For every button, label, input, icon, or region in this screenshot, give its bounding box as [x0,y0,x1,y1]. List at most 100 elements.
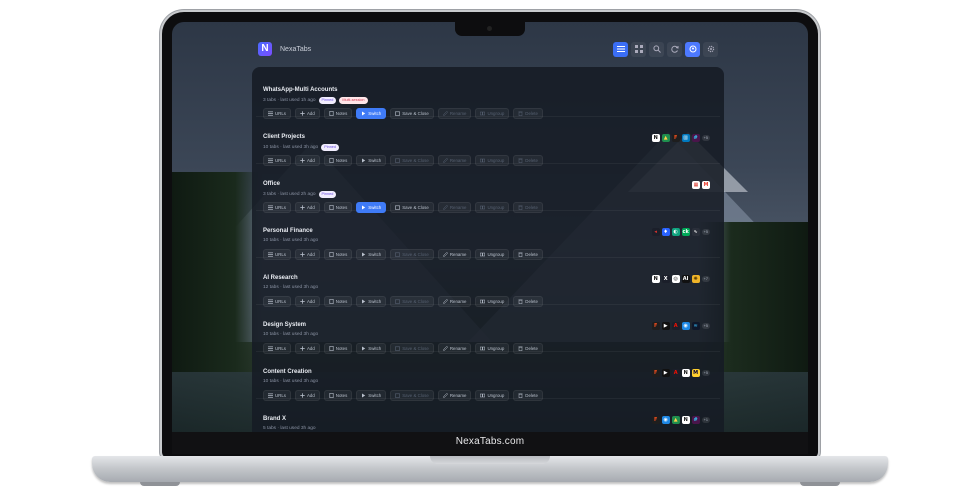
delete-button[interactable]: Delete [513,343,543,354]
notes-icon [329,111,334,116]
list-view-button[interactable] [613,41,628,57]
settings-button[interactable] [703,41,718,57]
delete-button[interactable]: Delete [513,202,543,213]
rename-button[interactable]: Rename [437,155,472,166]
notes-button[interactable]: Notes [323,202,353,213]
urls-label: URLs [275,205,286,210]
ungroup-button[interactable]: Ungroup [475,249,510,260]
profile-button[interactable] [685,41,700,57]
delete-icon [518,252,523,257]
more-tabs-count: +5 [701,135,710,141]
rename-button[interactable]: Rename [437,108,472,119]
notes-button[interactable]: Notes [323,343,353,354]
add-button[interactable]: Add [294,108,320,119]
refresh-button[interactable] [667,41,682,57]
ungroup-button[interactable]: Ungroup [475,155,510,166]
urls-label: URLs [275,393,286,398]
urls-button[interactable]: URLs [263,108,291,119]
save-close-button[interactable]: Save & Close [390,108,434,119]
tab-group: Brand X5 tabs · last used 3h agoURLsAddN… [256,402,720,432]
notion-icon: N [651,134,660,142]
add-button[interactable]: Add [294,390,320,401]
toolbar [613,41,718,57]
urls-button[interactable]: URLs [263,155,291,166]
group-actions: URLs Add Notes Switch Save & Close Rename Ungr… [263,296,543,307]
search-button[interactable] [649,41,664,57]
add-button[interactable]: Add [294,202,320,213]
rename-button[interactable]: Rename [437,296,472,307]
add-button[interactable]: Add [294,343,320,354]
add-label: Add [306,111,315,116]
rename-label: Rename [449,346,467,351]
delete-icon [518,393,523,398]
add-icon [300,111,305,116]
save-close-button[interactable]: Save & Close [390,202,434,213]
save-close-button[interactable]: Save & Close [390,249,434,260]
save-close-button[interactable]: Save & Close [390,390,434,401]
notes-button[interactable]: Notes [323,296,353,307]
delete-button[interactable]: Delete [513,108,543,119]
ungroup-button[interactable]: Ungroup [475,296,510,307]
switch-button[interactable]: Switch [356,202,387,213]
openai-icon: ◎ [671,275,680,283]
grid-view-button[interactable] [631,41,646,57]
switch-button[interactable]: Switch [356,155,387,166]
rename-button[interactable]: Rename [437,390,472,401]
add-button[interactable]: Add [294,249,320,260]
ungroup-button[interactable]: Ungroup [475,108,510,119]
delete-button[interactable]: Delete [513,249,543,260]
group-meta: 5 tabs · last used 3h ago [263,426,316,431]
more-tabs-count: +1 [701,417,710,423]
tailwind-icon: ≈ [691,322,700,330]
rename-button[interactable]: Rename [437,343,472,354]
group-meta-text: 5 tabs · last used 3h ago [263,426,316,431]
notes-button[interactable]: Notes [323,249,353,260]
urls-button[interactable]: URLs [263,343,291,354]
ungroup-icon [480,393,486,398]
calendar-icon: ▦ [692,181,700,189]
delete-button[interactable]: Delete [513,155,543,166]
rename-button[interactable]: Rename [437,202,472,213]
notes-button[interactable]: Notes [323,108,353,119]
add-icon [300,393,305,398]
more-tabs-count: +5 [701,229,710,235]
ungroup-button[interactable]: Ungroup [475,390,510,401]
switch-button[interactable]: Switch [356,249,387,260]
save-close-button[interactable]: Save & Close [390,343,434,354]
urls-button[interactable]: URLs [263,202,291,213]
figma-icon: F [651,369,660,377]
switch-label: Switch [368,158,382,163]
notes-button[interactable]: Notes [323,390,353,401]
add-icon [300,346,305,351]
add-label: Add [306,158,315,163]
group-app-icons: F ◉ ▲ N # +1 [651,416,710,424]
ungroup-icon [480,158,486,163]
ungroup-label: Ungroup [487,252,505,257]
add-button[interactable]: Add [294,296,320,307]
group-name: Client Projects [263,134,306,140]
switch-button[interactable]: Switch [356,343,387,354]
rename-label: Rename [449,252,467,257]
add-button[interactable]: Add [294,155,320,166]
notes-button[interactable]: Notes [323,155,353,166]
ungroup-button[interactable]: Ungroup [475,343,510,354]
urls-button[interactable]: URLs [263,296,291,307]
group-meta-text: 3 tabs · last used 1h ago [263,98,316,103]
rename-button[interactable]: Rename [437,249,472,260]
save-close-button[interactable]: Save & Close [390,296,434,307]
ungroup-button[interactable]: Ungroup [475,202,510,213]
switch-button[interactable]: Switch [356,296,387,307]
urls-button[interactable]: URLs [263,390,291,401]
delete-button[interactable]: Delete [513,296,543,307]
ck-icon: ck [681,228,690,236]
switch-button[interactable]: Switch [356,108,387,119]
add-icon [300,299,305,304]
switch-button[interactable]: Switch [356,390,387,401]
group-actions: URLs Add Notes Switch Save & Close Rename Ungr… [263,343,543,354]
delete-button[interactable]: Delete [513,390,543,401]
save-close-button[interactable]: Save & Close [390,155,434,166]
rename-icon [442,111,448,116]
urls-icon [268,393,273,398]
urls-icon [268,299,273,304]
urls-button[interactable]: URLs [263,249,291,260]
